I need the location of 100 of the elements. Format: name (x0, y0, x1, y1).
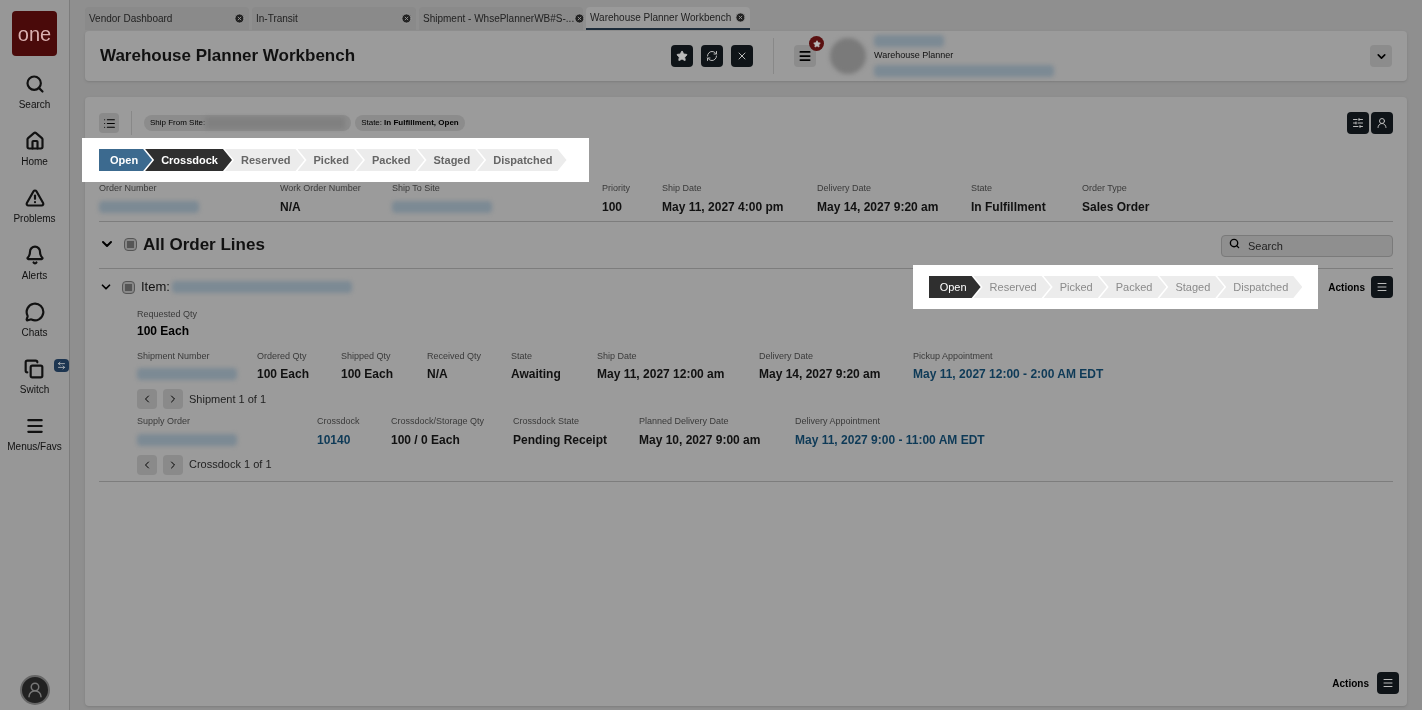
field-value: In Fulfillment (971, 198, 1047, 216)
favorite-button[interactable] (671, 45, 694, 67)
field-label: Delivery Appointment (795, 415, 882, 428)
select-all-checkbox[interactable] (124, 237, 137, 251)
field-value: 100 Each (257, 366, 311, 383)
user-photo (830, 38, 867, 74)
field-label: State (511, 349, 533, 363)
user-avatar-icon[interactable] (19, 675, 50, 705)
field-value: May 11, 2027 12:00 am (597, 366, 726, 383)
actions-menu-button[interactable] (1377, 672, 1399, 694)
field-value: N/A (427, 366, 449, 383)
field-link[interactable]: May 11, 2027 9:00 - 11:00 AM EDT (795, 430, 1035, 449)
item-checkbox[interactable] (122, 280, 135, 294)
actions-label: Actions (1332, 676, 1369, 691)
close-icon[interactable] (234, 13, 245, 24)
field-label: Pickup Appointment (913, 349, 994, 363)
section-title: All Order Lines (143, 233, 265, 256)
page-title: Warehouse Planner Workbench (100, 45, 356, 68)
filter-settings-button[interactable] (1347, 112, 1369, 134)
sidebar-item[interactable]: Alerts (21, 245, 48, 302)
filter-chip[interactable]: Ship From Site: (144, 115, 352, 131)
field-label: Ship To Site (392, 182, 441, 195)
field-label: Ordered Qty (257, 349, 308, 363)
field-link[interactable]: 10140 (317, 430, 377, 449)
sidebar-item[interactable]: Home (21, 131, 48, 188)
sidebar-item[interactable]: Problems (13, 188, 56, 245)
stage-step: Crossdock (145, 149, 232, 171)
menu-icon (1382, 677, 1394, 689)
sidebar-item[interactable]: Search (18, 74, 51, 131)
next-button[interactable] (163, 454, 183, 475)
user-role: Warehouse Planner (874, 49, 955, 63)
pager-text: Shipment 1 of 1 (189, 391, 267, 407)
refresh-button[interactable] (701, 45, 724, 67)
menu-button[interactable] (794, 45, 817, 67)
tab[interactable]: Vendor Dashboard (85, 7, 249, 30)
field-label: Planned Delivery Date (639, 415, 730, 428)
previous-button[interactable] (137, 389, 157, 409)
filter-chip[interactable]: State: In Fulfillment, Open (355, 115, 465, 131)
sidebar-item[interactable]: Menus/Favs (7, 416, 62, 473)
stage-step: Dispatched (1217, 276, 1303, 298)
user-menu-button[interactable] (1370, 45, 1392, 67)
swap-badge-icon (53, 359, 69, 372)
field-label: Shipment Number (137, 349, 211, 363)
close-icon[interactable] (574, 13, 586, 24)
pager-text: Crossdock 1 of 1 (189, 457, 272, 473)
app-logo[interactable]: one (12, 11, 57, 56)
menu-icon (1376, 281, 1388, 293)
stage-step: Reserved (225, 149, 305, 171)
actions-menu-button[interactable] (1371, 276, 1393, 298)
field-label: Order Type (1082, 182, 1128, 195)
list-view-button[interactable] (99, 113, 119, 133)
star-icon (676, 50, 689, 62)
sidebar-item[interactable]: Switch (19, 359, 50, 416)
close-button[interactable] (731, 45, 754, 67)
tab[interactable]: In-Transit (252, 7, 416, 30)
bell-icon (24, 245, 45, 265)
user-switch-button[interactable] (1371, 112, 1393, 134)
field-label: Received Qty (427, 349, 483, 363)
field-label: State (971, 182, 993, 195)
copy-icon (24, 359, 45, 379)
field-label: Priority (602, 182, 631, 195)
field-link[interactable]: May 11, 2027 12:00 - 2:00 AM EDT (913, 365, 1153, 383)
close-icon[interactable] (401, 13, 412, 24)
chat-icon (24, 302, 45, 322)
field-label: Ship Date (597, 349, 638, 363)
search-field[interactable]: Search (1221, 235, 1393, 258)
menu-icon (24, 416, 45, 436)
previous-button[interactable] (137, 454, 157, 475)
user-icon (1376, 117, 1388, 129)
blurred-text (874, 35, 945, 48)
field-value: 100 Each (341, 366, 395, 383)
field-value: May 10, 2027 9:00 am (639, 431, 762, 449)
sliders-icon (1352, 117, 1364, 129)
field-value: Sales Order (1082, 198, 1151, 216)
home-icon (24, 131, 45, 151)
field-label: Work Order Number (280, 182, 362, 195)
actions-label: Actions (1328, 280, 1365, 295)
field-value: 100 / 0 Each (391, 431, 461, 449)
refresh-icon (706, 50, 719, 62)
field-label: Order Number (99, 182, 158, 195)
list-icon (102, 116, 116, 130)
field-label: Crossdock/Storage Qty (391, 415, 486, 428)
field-value: 100 (602, 198, 624, 216)
field-value: May 14, 2027 9:20 am (817, 198, 940, 216)
stage-step: Dispatched (477, 149, 567, 171)
field-value: N/A (280, 198, 302, 216)
field-value: Pending Receipt (513, 431, 608, 449)
field-value: Awaiting (511, 366, 562, 383)
warning-icon (24, 188, 45, 208)
field-label: Delivery Date (759, 349, 815, 363)
close-icon[interactable] (735, 12, 746, 23)
tab[interactable]: Warehouse Planner Workbench (586, 7, 750, 30)
field-label: Requested Qty (137, 308, 199, 321)
field-label: Crossdock (317, 415, 361, 428)
tab[interactable]: Shipment - WhsePlannerWB#S-... (419, 7, 583, 30)
menu-icon (798, 49, 813, 63)
field-value: 100 Each (137, 322, 191, 340)
field-value: May 14, 2027 9:20 am (759, 366, 882, 383)
sidebar-item[interactable]: Chats (21, 302, 48, 359)
next-button[interactable] (163, 389, 183, 409)
